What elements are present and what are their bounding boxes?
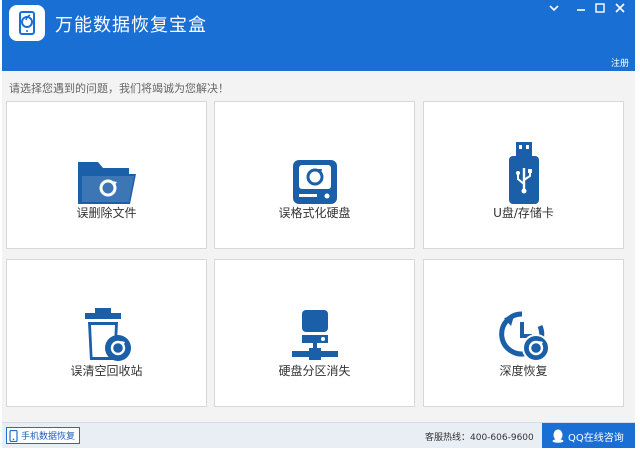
title-bar: 万能数据恢复宝盒 注册 <box>2 0 635 71</box>
mobile-recovery-button[interactable]: 手机数据恢复 <box>6 427 81 444</box>
chevron-down-icon <box>549 5 559 12</box>
recycle-bin-restore-icon <box>72 294 142 364</box>
tile-deep-recovery[interactable]: 深度恢复 <box>423 259 624 407</box>
minimize-button[interactable] <box>572 1 590 15</box>
tile-label: 误格式化硬盘 <box>278 206 351 220</box>
maximize-icon <box>595 3 605 13</box>
tile-recycle-bin[interactable]: 误清空回收站 <box>6 259 207 407</box>
instruction-text: 请选择您遇到的问题，我们将竭诚为您解决！ <box>9 82 229 95</box>
close-button[interactable] <box>611 1 629 15</box>
folder-restore-icon <box>72 136 142 206</box>
dropdown-menu-button[interactable] <box>545 1 563 15</box>
footer-bar: 手机数据恢复 客服热线：400-606-9600 QQ在线咨询 <box>2 422 635 448</box>
qq-consult-button[interactable]: QQ在线咨询 <box>542 423 635 448</box>
app-title: 万能数据恢复宝盒 <box>55 15 207 36</box>
phone-icon <box>9 429 18 442</box>
tile-label: 误删除文件 <box>76 206 137 220</box>
app-window: 万能数据恢复宝盒 注册 请选择您遇到的问题，我们将竭诚为您解决！ 误删除文件 误… <box>2 0 635 448</box>
mobile-recovery-label: 手机数据恢复 <box>21 432 76 442</box>
register-link[interactable]: 注册 <box>611 56 629 69</box>
qq-penguin-icon <box>552 429 564 443</box>
tile-label: 深度恢复 <box>499 364 548 378</box>
history-restore-icon <box>489 294 559 364</box>
minimize-icon <box>577 9 585 11</box>
hotline-text: 客服热线：400-606-9600 <box>425 433 534 443</box>
usb-drive-icon <box>489 136 559 206</box>
tile-formatted-disk[interactable]: 误格式化硬盘 <box>214 101 415 249</box>
tile-usb-card[interactable]: U盘/存储卡 <box>423 101 624 249</box>
tile-partition-lost[interactable]: 硬盘分区消失 <box>214 259 415 407</box>
tile-label: U盘/存储卡 <box>493 206 554 220</box>
close-icon <box>615 3 625 13</box>
qq-consult-label: QQ在线咨询 <box>568 432 624 444</box>
hard-drive-refresh-icon <box>280 136 350 206</box>
app-logo-icon <box>9 5 45 41</box>
maximize-button[interactable] <box>591 1 609 15</box>
tile-label: 硬盘分区消失 <box>278 364 351 378</box>
tile-label: 误清空回收站 <box>70 364 143 378</box>
disk-partition-icon <box>280 294 350 364</box>
tile-deleted-files[interactable]: 误删除文件 <box>6 101 207 249</box>
